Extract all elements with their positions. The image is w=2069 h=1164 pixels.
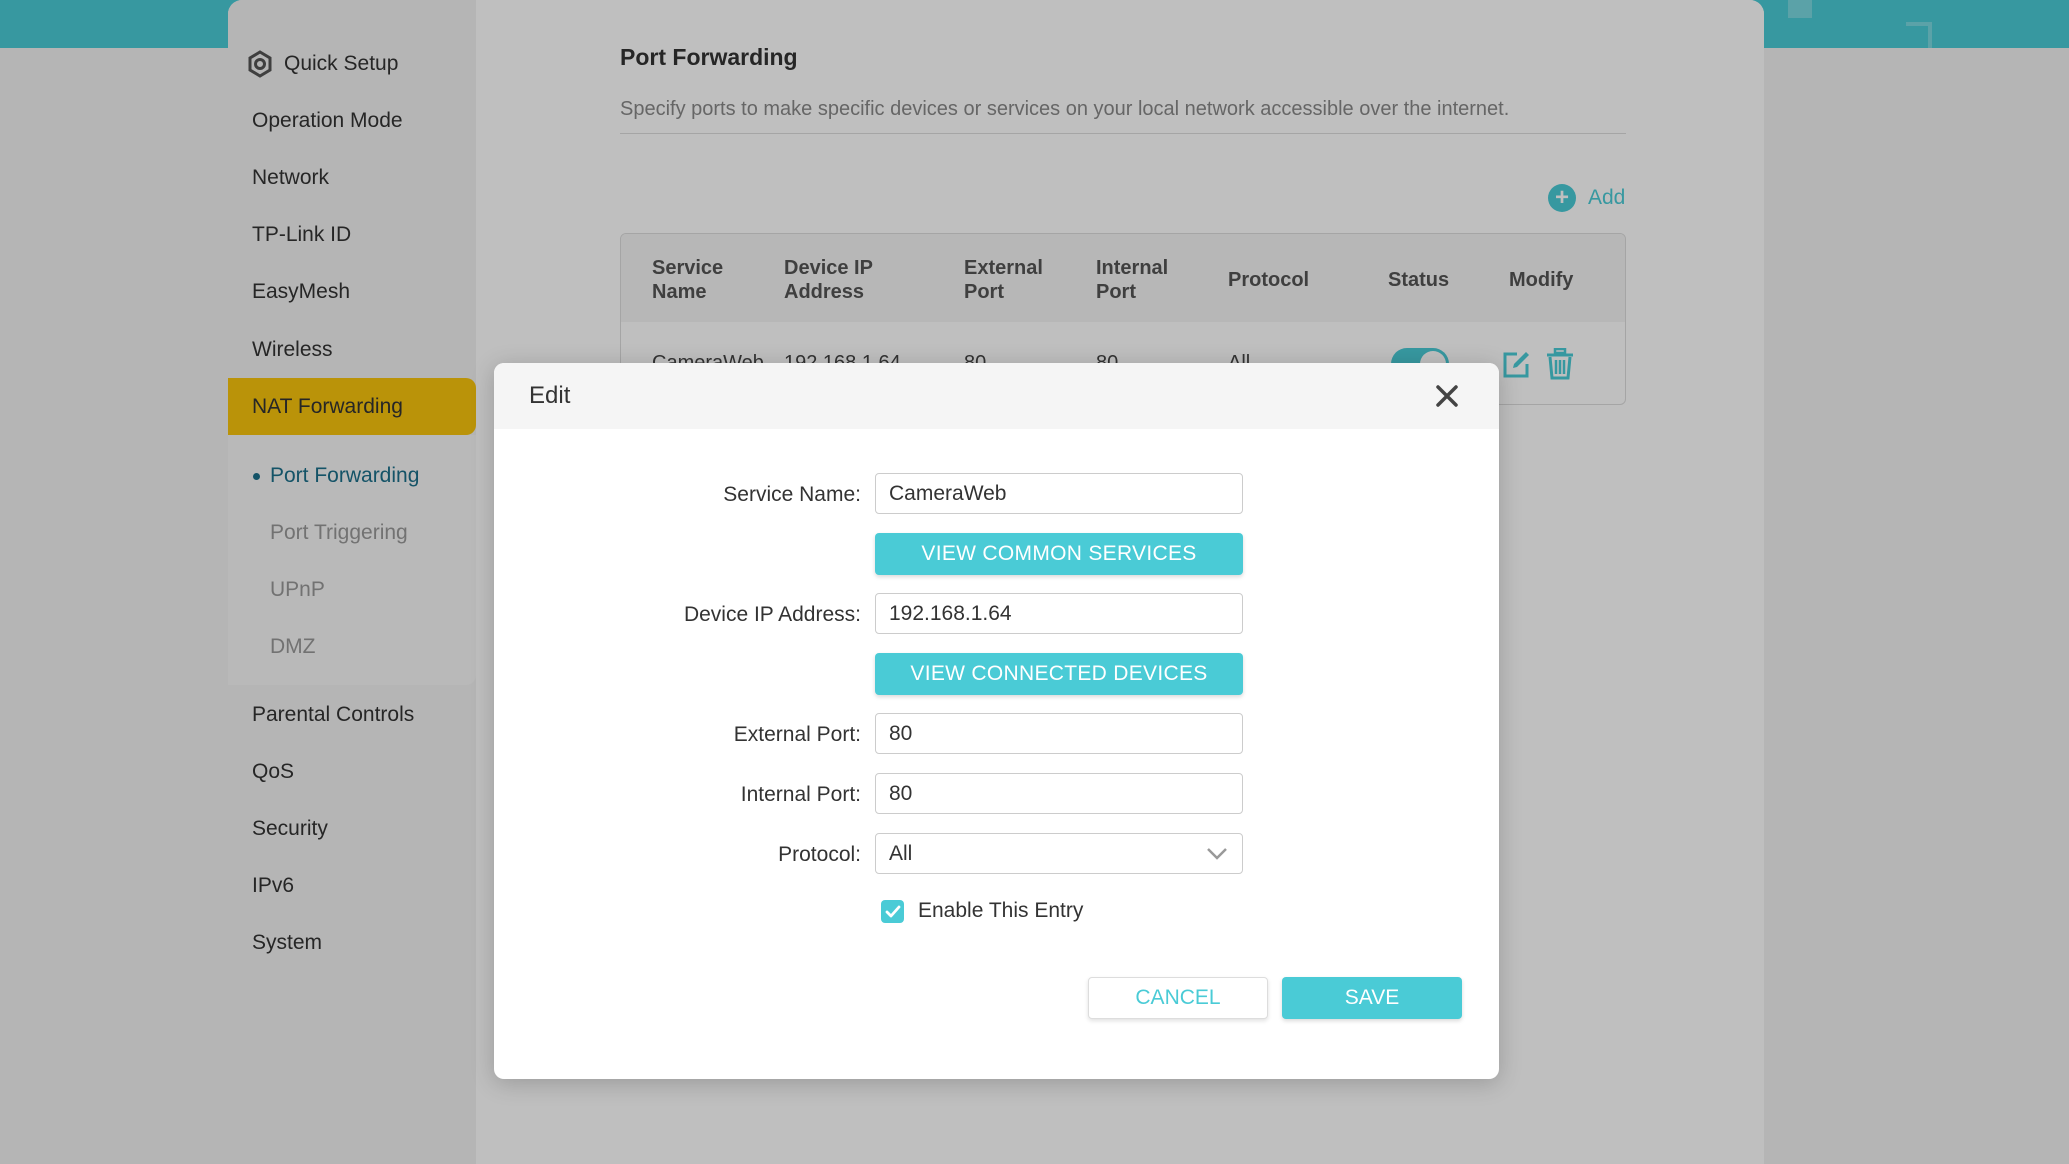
service-name-input[interactable] [875,473,1243,514]
save-button[interactable]: SAVE [1282,977,1462,1019]
check-icon [885,905,900,917]
internal-port-input[interactable] [875,773,1243,814]
protocol-select[interactable]: All [875,833,1243,874]
dialog-header: Edit [494,363,1499,429]
cancel-button[interactable]: CANCEL [1088,977,1268,1019]
enable-entry-checkbox[interactable] [881,900,904,923]
dialog-title: Edit [529,382,571,409]
device-ip-label: Device IP Address: [683,603,861,626]
edit-dialog: Edit Service Name: VIEW COMMON SERVICES … [494,363,1499,1079]
close-icon[interactable] [1430,379,1464,413]
protocol-label: Protocol: [778,843,861,866]
external-port-input[interactable] [875,713,1243,754]
external-port-label: External Port: [733,723,861,746]
view-common-services-button[interactable]: VIEW COMMON SERVICES [875,533,1243,575]
device-ip-input[interactable] [875,593,1243,634]
internal-port-label: Internal Port: [740,783,861,806]
protocol-selected-value: All [889,842,913,865]
enable-entry-label[interactable]: Enable This Entry [918,899,1083,923]
chevron-down-icon [1207,848,1227,860]
view-connected-devices-button[interactable]: VIEW CONNECTED DEVICES [875,653,1243,695]
service-name-label: Service Name: [723,483,861,506]
